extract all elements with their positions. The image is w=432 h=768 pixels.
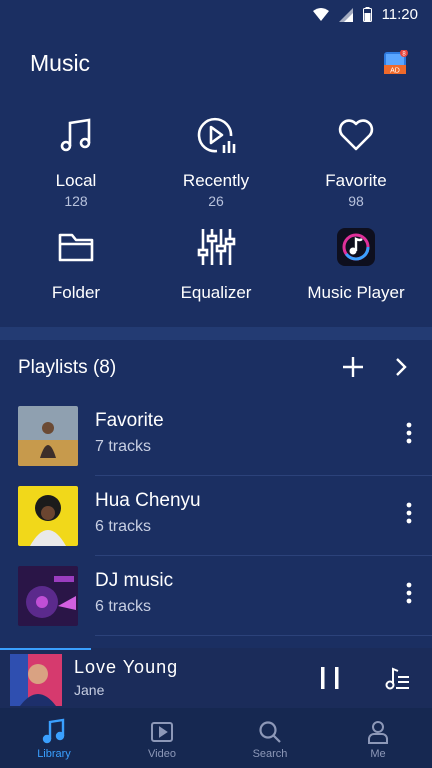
equalizer-label: Equalizer: [180, 283, 252, 302]
tab-label: Search: [252, 748, 288, 760]
more-vertical-icon: [406, 582, 412, 604]
playlist-name: Favorite: [95, 410, 164, 431]
section-divider: [0, 327, 432, 340]
playlists-header: Playlists (8): [0, 340, 432, 396]
bottom-tab-bar: Library Video Search Me: [0, 708, 432, 768]
page-title: Music: [30, 50, 91, 76]
music-player-shortcut[interactable]: Music Player: [284, 226, 428, 303]
playlist-options-button[interactable]: [406, 582, 412, 609]
mini-player[interactable]: Love Young Jane: [0, 648, 432, 708]
favorite-label: Favorite: [325, 171, 387, 190]
recently-count: 26: [208, 193, 224, 209]
heart-icon: [338, 119, 374, 151]
music-player-label: Music Player: [307, 283, 405, 302]
favorite-count: 98: [348, 193, 364, 209]
ad-badge-text: AD: [390, 68, 400, 75]
playlist-row[interactable]: Favorite 7 tracks: [0, 396, 432, 476]
clock: 11:20: [381, 6, 418, 23]
now-playing-artist: Jane: [74, 682, 105, 698]
search-icon: [259, 721, 281, 743]
playlist-track-count: 6 tracks: [95, 598, 152, 615]
tab-label: Library: [37, 748, 71, 760]
header: Music 8 AD: [0, 32, 432, 102]
tab-search[interactable]: Search: [216, 708, 324, 768]
person-icon: [368, 721, 388, 744]
more-vertical-icon: [406, 422, 412, 444]
playlist-track-count: 6 tracks: [95, 518, 152, 535]
local-label: Local: [55, 171, 97, 190]
tab-me[interactable]: Me: [324, 708, 432, 768]
chevron-right-icon: [396, 358, 407, 376]
pause-icon: [321, 667, 339, 689]
tab-label: Video: [148, 748, 176, 760]
playlist-track-count: 7 tracks: [95, 438, 152, 455]
queue-button[interactable]: [384, 666, 410, 697]
equalizer-icon: [197, 229, 236, 265]
equalizer-shortcut[interactable]: Equalizer: [144, 226, 288, 303]
row-separator: [95, 635, 432, 636]
local-shortcut[interactable]: Local 128: [4, 114, 148, 209]
local-count: 128: [64, 193, 88, 209]
playlist-queue-icon: [385, 667, 409, 690]
video-icon: [151, 722, 173, 742]
tab-library[interactable]: Library: [0, 708, 108, 768]
now-playing-title: Love Young: [74, 657, 179, 677]
ad-icon[interactable]: 8 AD: [384, 49, 408, 75]
playback-progress: [0, 648, 91, 650]
playlist-name: Hua Chenyu: [95, 490, 201, 511]
plus-icon: [343, 357, 363, 377]
music-note-icon: [60, 118, 91, 152]
quick-access-grid: Local 128 Recently 26 Favorite 98 Folder…: [0, 108, 432, 318]
more-vertical-icon: [406, 502, 412, 524]
tab-label: Me: [370, 748, 386, 760]
status-bar: 11:20: [0, 0, 432, 32]
wifi-icon: [312, 7, 329, 21]
recently-shortcut[interactable]: Recently 26: [144, 114, 288, 209]
music-note-icon: [42, 718, 65, 744]
playlist-thumbnail: [18, 406, 78, 466]
folder-label: Folder: [51, 283, 101, 302]
favorite-shortcut[interactable]: Favorite 98: [284, 114, 428, 209]
playlists-more-button[interactable]: [394, 356, 408, 383]
folder-icon: [58, 233, 94, 262]
playlist-row[interactable]: Hua Chenyu 6 tracks: [0, 476, 432, 556]
music-player-app-icon: [337, 228, 375, 266]
recent-play-icon: [197, 117, 236, 153]
playlist-options-button[interactable]: [406, 502, 412, 529]
playlist-row[interactable]: DJ music 6 tracks: [0, 556, 432, 636]
now-playing-cover: [10, 654, 62, 706]
playlist-thumbnail: [18, 566, 78, 626]
folder-shortcut[interactable]: Folder: [4, 226, 148, 303]
playlist-options-button[interactable]: [406, 422, 412, 449]
playlist-name: DJ music: [95, 570, 174, 591]
recently-label: Recently: [182, 171, 250, 190]
tab-video[interactable]: Video: [108, 708, 216, 768]
playlists-title: Playlists (8): [18, 357, 117, 378]
add-playlist-button[interactable]: [340, 354, 366, 385]
battery-icon: [362, 7, 372, 22]
playlist-thumbnail: [18, 486, 78, 546]
pause-button[interactable]: [318, 666, 342, 695]
signal-icon: [338, 7, 353, 22]
